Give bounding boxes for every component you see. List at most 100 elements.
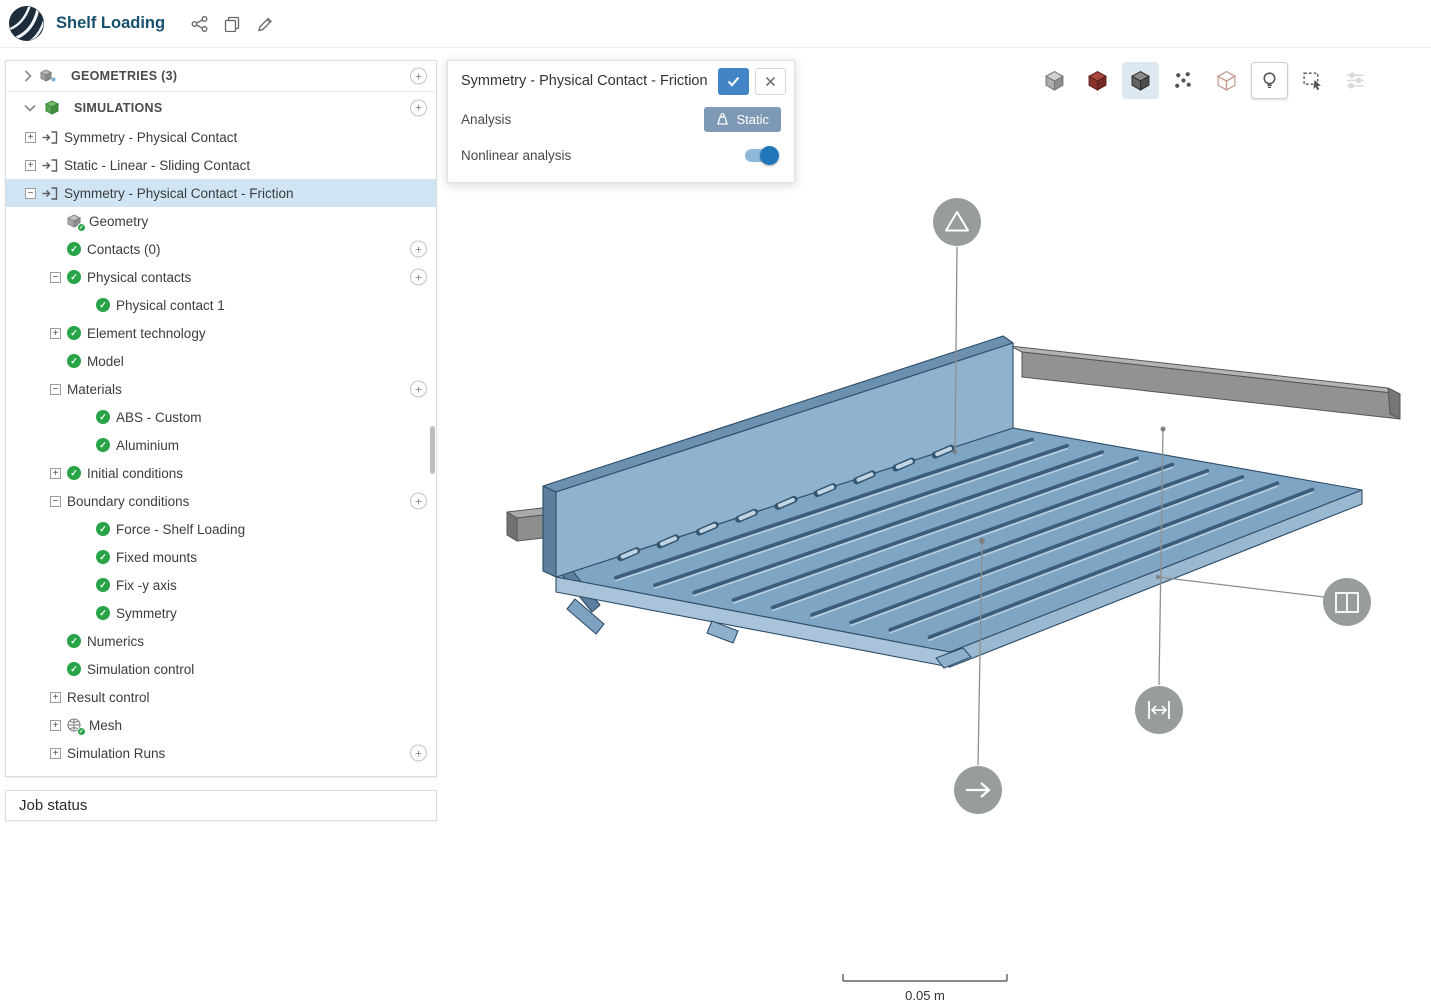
tree-item-initial-conditions[interactable]: + ✓ Initial conditions: [6, 459, 436, 487]
tree-item-label: Symmetry - Physical Contact - Friction: [64, 186, 294, 201]
add-simulation-button[interactable]: +: [410, 99, 427, 116]
tree-item-contacts-0[interactable]: ✓Contacts (0)+: [6, 235, 436, 263]
tree-item-label: ABS - Custom: [116, 410, 202, 425]
nonlinear-label: Nonlinear analysis: [461, 148, 571, 163]
tree-item-simulation-control[interactable]: ✓Simulation control: [6, 655, 436, 683]
tree-item-physical-contact-1[interactable]: ✓Physical contact 1: [6, 291, 436, 319]
tree-item-label: Materials: [67, 382, 122, 397]
nonlinear-toggle[interactable]: [745, 149, 777, 162]
status-check-icon: ✓: [96, 410, 110, 424]
expand-icon[interactable]: +: [25, 160, 36, 171]
tree-scrollbar[interactable]: [430, 426, 435, 474]
tree-item-geometry[interactable]: ✓Geometry: [6, 207, 436, 235]
transparent-view-icon: [1216, 70, 1237, 91]
shaded-edges-view-button[interactable]: [1122, 62, 1159, 99]
collapse-icon[interactable]: −: [50, 496, 61, 507]
add-button[interactable]: +: [410, 745, 427, 762]
add-button[interactable]: +: [410, 241, 427, 258]
collapse-icon[interactable]: −: [50, 272, 61, 283]
tree-item-label: Model: [87, 354, 124, 369]
scale-label: 0.05 m: [905, 988, 945, 1003]
status-check-icon: ✓: [67, 242, 81, 256]
status-check-icon: ✓: [67, 326, 81, 340]
tree-item-materials[interactable]: −Materials +: [6, 375, 436, 403]
wall-rail[interactable]: [1010, 346, 1400, 419]
force-direction-marker[interactable]: [954, 766, 1002, 814]
analysis-type-value: Static: [736, 112, 769, 127]
chevron-right-icon[interactable]: [24, 70, 32, 82]
box-select-button[interactable]: [1294, 62, 1331, 99]
analysis-type-button[interactable]: Static: [704, 107, 781, 132]
tree-item-model[interactable]: ✓Model: [6, 347, 436, 375]
status-check-icon: ✓: [96, 606, 110, 620]
tree-item-boundary-conditions[interactable]: −Boundary conditions+: [6, 487, 436, 515]
job-status-bar[interactable]: Job status: [5, 790, 437, 821]
tree-item-label: Physical contacts: [87, 270, 191, 285]
expand-icon[interactable]: +: [25, 132, 36, 143]
tree-item-aluminium[interactable]: ✓Aluminium: [6, 431, 436, 459]
expand-icon[interactable]: +: [50, 468, 61, 479]
shaded-view-button[interactable]: [1036, 62, 1073, 99]
add-button[interactable]: +: [410, 493, 427, 510]
tree-item-simulation-runs[interactable]: + Simulation Runs +: [6, 739, 436, 767]
tree-item-label: Symmetry: [116, 606, 177, 621]
geometry-icon: ✓: [67, 214, 82, 229]
transparent-view-button[interactable]: [1208, 62, 1245, 99]
tree-item-fixed-mounts[interactable]: ✓Fixed mounts: [6, 543, 436, 571]
top-bar: Shelf Loading: [0, 0, 1431, 48]
expand-icon[interactable]: +: [50, 328, 61, 339]
analysis-row: Analysis Static: [448, 101, 794, 137]
point-cloud-view-button[interactable]: [1165, 62, 1202, 99]
tree-item-force-shelf-loading[interactable]: ✓Force - Shelf Loading: [6, 515, 436, 543]
tree-item-label: Element technology: [87, 326, 206, 341]
collapse-icon[interactable]: −: [50, 384, 61, 395]
simulations-header[interactable]: SIMULATIONS +: [6, 92, 436, 123]
status-check-icon: ✓: [96, 578, 110, 592]
tree-item-fix-y-axis[interactable]: ✓Fix -y axis: [6, 571, 436, 599]
solid-color-view-button[interactable]: [1079, 62, 1116, 99]
confirm-button[interactable]: [718, 68, 749, 95]
fixed-support-marker[interactable]: [933, 198, 981, 246]
dialog-header: Symmetry - Physical Contact - Friction: [448, 61, 794, 101]
scale-bar: [843, 974, 1007, 981]
tree-panel: GEOMETRIES (3) + SIMULATIONS + +Symmetry…: [5, 60, 437, 777]
3d-viewport[interactable]: 0.05 m: [437, 48, 1431, 1006]
collapse-icon[interactable]: −: [25, 188, 36, 199]
tree-item-symmetry-physical-contact[interactable]: +Symmetry - Physical Contact: [6, 123, 436, 151]
geometries-cubes-icon: [40, 69, 57, 84]
chevron-down-icon[interactable]: [24, 104, 36, 112]
tree-item-label: Initial conditions: [87, 466, 183, 481]
geometries-label: GEOMETRIES (3): [71, 69, 177, 83]
tree-item-physical-contacts[interactable]: −✓Physical contacts+: [6, 263, 436, 291]
geometries-header[interactable]: GEOMETRIES (3) +: [6, 61, 436, 92]
tree-item-static-linear-sliding-contact[interactable]: +Static - Linear - Sliding Contact: [6, 151, 436, 179]
expand-icon[interactable]: +: [50, 748, 61, 759]
tree-item-abs-custom[interactable]: ✓ ABS - Custom: [6, 403, 436, 431]
shaded-view-icon: [1044, 70, 1065, 91]
tree-item-element-technology[interactable]: + ✓ Element technology: [6, 319, 436, 347]
box-select-icon: [1302, 70, 1323, 91]
symmetry-plane-marker[interactable]: [1323, 578, 1371, 626]
pencil-icon[interactable]: [255, 14, 275, 34]
copy-icon[interactable]: [222, 14, 242, 34]
add-geometry-button[interactable]: +: [410, 68, 427, 85]
tree-item-symmetry[interactable]: ✓ Symmetry: [6, 599, 436, 627]
tree-item-label: Simulation Runs: [67, 746, 165, 761]
add-button[interactable]: +: [410, 381, 427, 398]
dimension-marker[interactable]: [1135, 686, 1183, 734]
tree-item-result-control[interactable]: +Result control: [6, 683, 436, 711]
toggle-knob: [760, 146, 779, 165]
expand-icon[interactable]: +: [50, 720, 61, 731]
simulation-icon: [42, 131, 58, 144]
tree-item-mesh[interactable]: +✓Mesh: [6, 711, 436, 739]
status-check-icon: ✓: [67, 466, 81, 480]
expand-icon[interactable]: +: [50, 692, 61, 703]
add-button[interactable]: +: [410, 269, 427, 286]
status-check-icon: ✓: [96, 438, 110, 452]
tree-item-numerics[interactable]: ✓Numerics: [6, 627, 436, 655]
tree-item-symmetry-physical-contact-friction[interactable]: − Symmetry - Physical Contact - Friction: [6, 179, 436, 207]
status-check-icon: ✓: [96, 550, 110, 564]
close-button[interactable]: [755, 68, 786, 95]
light-toggle-button[interactable]: [1251, 62, 1288, 99]
share-icon[interactable]: [189, 14, 209, 34]
